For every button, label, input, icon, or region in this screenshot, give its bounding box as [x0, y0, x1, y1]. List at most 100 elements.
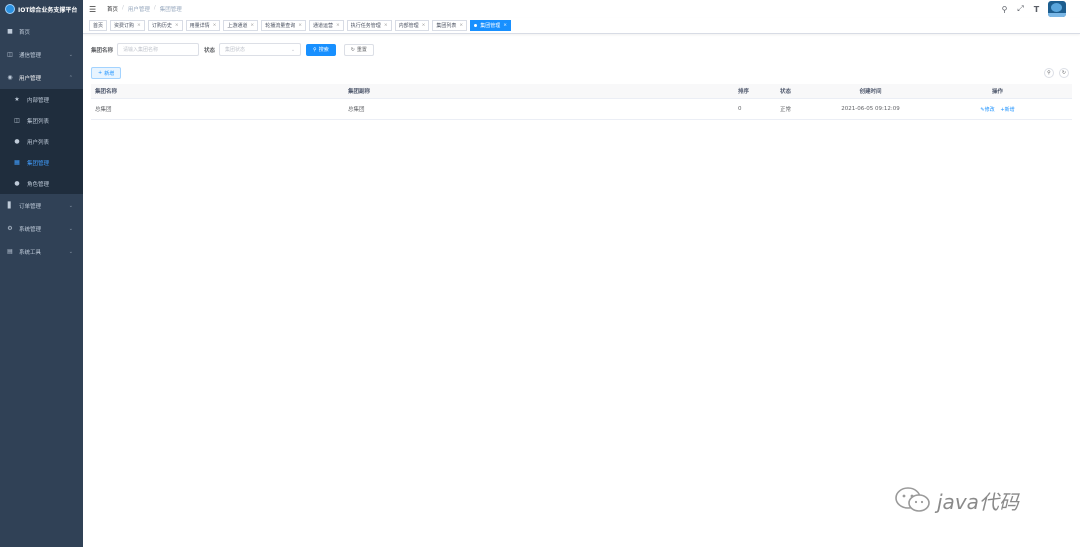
tag-item[interactable]: 轮播流量查询 × [261, 20, 306, 31]
app-logo[interactable]: IOT综合业务支撑平台 [0, 0, 83, 18]
sidebar-item-system-tools[interactable]: ▤ 系统工具 ⌄ [0, 240, 83, 263]
tag-item[interactable]: 通道运营 × [309, 20, 344, 31]
font-size-icon[interactable]: T [1032, 5, 1041, 14]
refresh-icon: ↻ [350, 46, 355, 53]
chevron-down-icon: ⌄ [68, 202, 73, 209]
plus-icon: + [98, 70, 103, 76]
add-child-button[interactable]: +新增 [1000, 107, 1014, 113]
right-toolbar: ⚲ ↻ [1044, 68, 1069, 78]
close-icon[interactable]: × [137, 23, 141, 28]
communication-icon: ◫ [7, 51, 13, 58]
app-title: IOT综合业务支撑平台 [18, 6, 78, 14]
sidebar: IOT综合业务支撑平台 ■ 首页 ◫ 通信管理 ⌄ ◉ 用户管理 ⌃ ★ 内部管… [0, 0, 83, 547]
chevron-down-icon: ⌄ [290, 46, 296, 53]
navbar-actions: ⚲ ⤢ T [1000, 1, 1066, 17]
tree-icon: ▦ [14, 159, 20, 166]
tag-item[interactable]: 集团列表 × [432, 20, 468, 31]
tag-item[interactable]: 执行任务管理 × [346, 20, 392, 31]
status-select[interactable]: 集团状态 ⌄ [219, 43, 302, 56]
watermark: java代码 [893, 485, 1019, 515]
user-group-icon: ◉ [7, 74, 13, 81]
search-form: 集团名称 请输入集团名称 状态 集团状态 ⌄ ⚲ 搜索 ↻ 重置 [91, 43, 374, 56]
tag-active[interactable]: 集团管理 × [470, 20, 511, 31]
avatar[interactable] [1048, 1, 1066, 17]
sidebar-item-user-list[interactable]: ● 用户列表 [0, 131, 83, 152]
tag-home[interactable]: 首页 [89, 20, 108, 31]
cell-alias: 总集团 [348, 107, 365, 113]
tag-item[interactable]: 上游通道 × [223, 20, 259, 31]
breadcrumb-separator: / [122, 5, 124, 11]
user-icon: ● [14, 138, 20, 145]
breadcrumb-home[interactable]: 首页 [107, 5, 118, 13]
column-header: 集团副称 [348, 89, 371, 95]
sidebar-item-group-list[interactable]: ◫ 集团列表 [0, 110, 83, 131]
group-name-input[interactable]: 请输入集团名称 [117, 43, 200, 56]
close-icon[interactable]: × [213, 23, 217, 28]
tag-item[interactable]: 资费订购 × [110, 20, 145, 31]
sidebar-item-internal[interactable]: ★ 内部管理 [0, 89, 83, 110]
breadcrumb-user-management[interactable]: 用户管理 [128, 5, 150, 13]
refresh-icon[interactable]: ↻ [1059, 68, 1069, 78]
edit-button[interactable]: ✎修改 [980, 107, 994, 113]
breadcrumb: 首页 / 用户管理 / 集团管理 [107, 5, 182, 13]
column-header: 创建时间 [859, 89, 882, 95]
search-icon: ⚲ [313, 46, 317, 53]
close-icon[interactable]: × [422, 23, 426, 28]
hamburger-icon[interactable]: ☰ [89, 5, 97, 13]
toggle-search-icon[interactable]: ⚲ [1044, 68, 1054, 78]
star-icon: ★ [14, 96, 20, 103]
column-header: 操作 [991, 89, 1003, 95]
tag-item[interactable]: 用量详情 × [185, 20, 221, 31]
tag-item[interactable]: 内部管理 × [394, 20, 430, 31]
add-button[interactable]: + 新增 [91, 67, 122, 79]
sidebar-item-label: 角色管理 [27, 181, 50, 188]
wechat-icon [895, 487, 930, 512]
sidebar-item-role-management[interactable]: ● 角色管理 [0, 173, 83, 194]
sidebar-item-system-management[interactable]: ⚙ 系统管理 ⌄ [0, 217, 83, 240]
chevron-down-icon: ⌄ [68, 51, 73, 58]
sidebar-item-label: 系统管理 [19, 226, 42, 233]
close-icon[interactable]: × [503, 23, 507, 28]
sidebar-item-label: 系统工具 [19, 249, 42, 256]
table-row: 总集团 总集团 0 正常 2021-06-05 09:12:09 ✎修改 +新增 [91, 99, 1072, 120]
group-name-label: 集团名称 [91, 47, 114, 54]
chevron-down-icon: ⌄ [68, 225, 73, 232]
sidebar-item-label: 首页 [19, 29, 31, 36]
search-button[interactable]: ⚲ 搜索 [306, 43, 336, 56]
cell-name: 总集团 [95, 107, 112, 113]
sidebar-item-label: 通信管理 [19, 52, 42, 59]
dashboard-icon: ■ [7, 28, 13, 35]
close-icon[interactable]: × [250, 23, 254, 28]
cell-status: 正常 [780, 107, 792, 113]
chevron-down-icon: ⌄ [68, 248, 73, 255]
close-icon[interactable]: × [384, 23, 388, 28]
chart-icon: ▋ [7, 202, 13, 209]
close-icon[interactable]: × [459, 23, 463, 28]
close-icon[interactable]: × [298, 23, 302, 28]
group-list-icon: ◫ [14, 117, 20, 124]
sidebar-item-group-management[interactable]: ▦ 集团管理 [0, 152, 83, 173]
sidebar-item-order-management[interactable]: ▋ 订单管理 ⌄ [0, 194, 83, 217]
column-header: 集团名称 [95, 89, 118, 95]
cell-actions: ✎修改 +新增 [923, 106, 1072, 113]
cell-created: 2021-06-05 09:12:09 [841, 106, 900, 112]
column-header: 状态 [780, 89, 792, 95]
close-icon[interactable]: × [336, 23, 340, 28]
navbar: ☰ 首页 / 用户管理 / 集团管理 ⚲ ⤢ T [83, 0, 1080, 18]
status-label: 状态 [204, 47, 216, 54]
watermark-text: java代码 [937, 489, 1019, 514]
sidebar-item-communication[interactable]: ◫ 通信管理 ⌄ [0, 43, 83, 66]
breadcrumb-separator: / [153, 5, 156, 11]
sidebar-item-home[interactable]: ■ 首页 [0, 20, 83, 43]
cell-sort: 0 [738, 106, 742, 112]
close-icon[interactable]: × [175, 23, 179, 28]
reset-button[interactable]: ↻ 重置 [343, 43, 374, 56]
gear-icon: ⚙ [7, 225, 13, 232]
tag-item[interactable]: 订购历史 × [147, 20, 183, 31]
search-icon[interactable]: ⚲ [1000, 5, 1009, 14]
role-icon: ● [14, 180, 20, 187]
fullscreen-icon[interactable]: ⤢ [1016, 4, 1025, 14]
logo-icon [5, 4, 15, 14]
sidebar-item-user-management[interactable]: ◉ 用户管理 ⌃ [0, 66, 83, 89]
toolbar: + 新增 [91, 67, 122, 79]
